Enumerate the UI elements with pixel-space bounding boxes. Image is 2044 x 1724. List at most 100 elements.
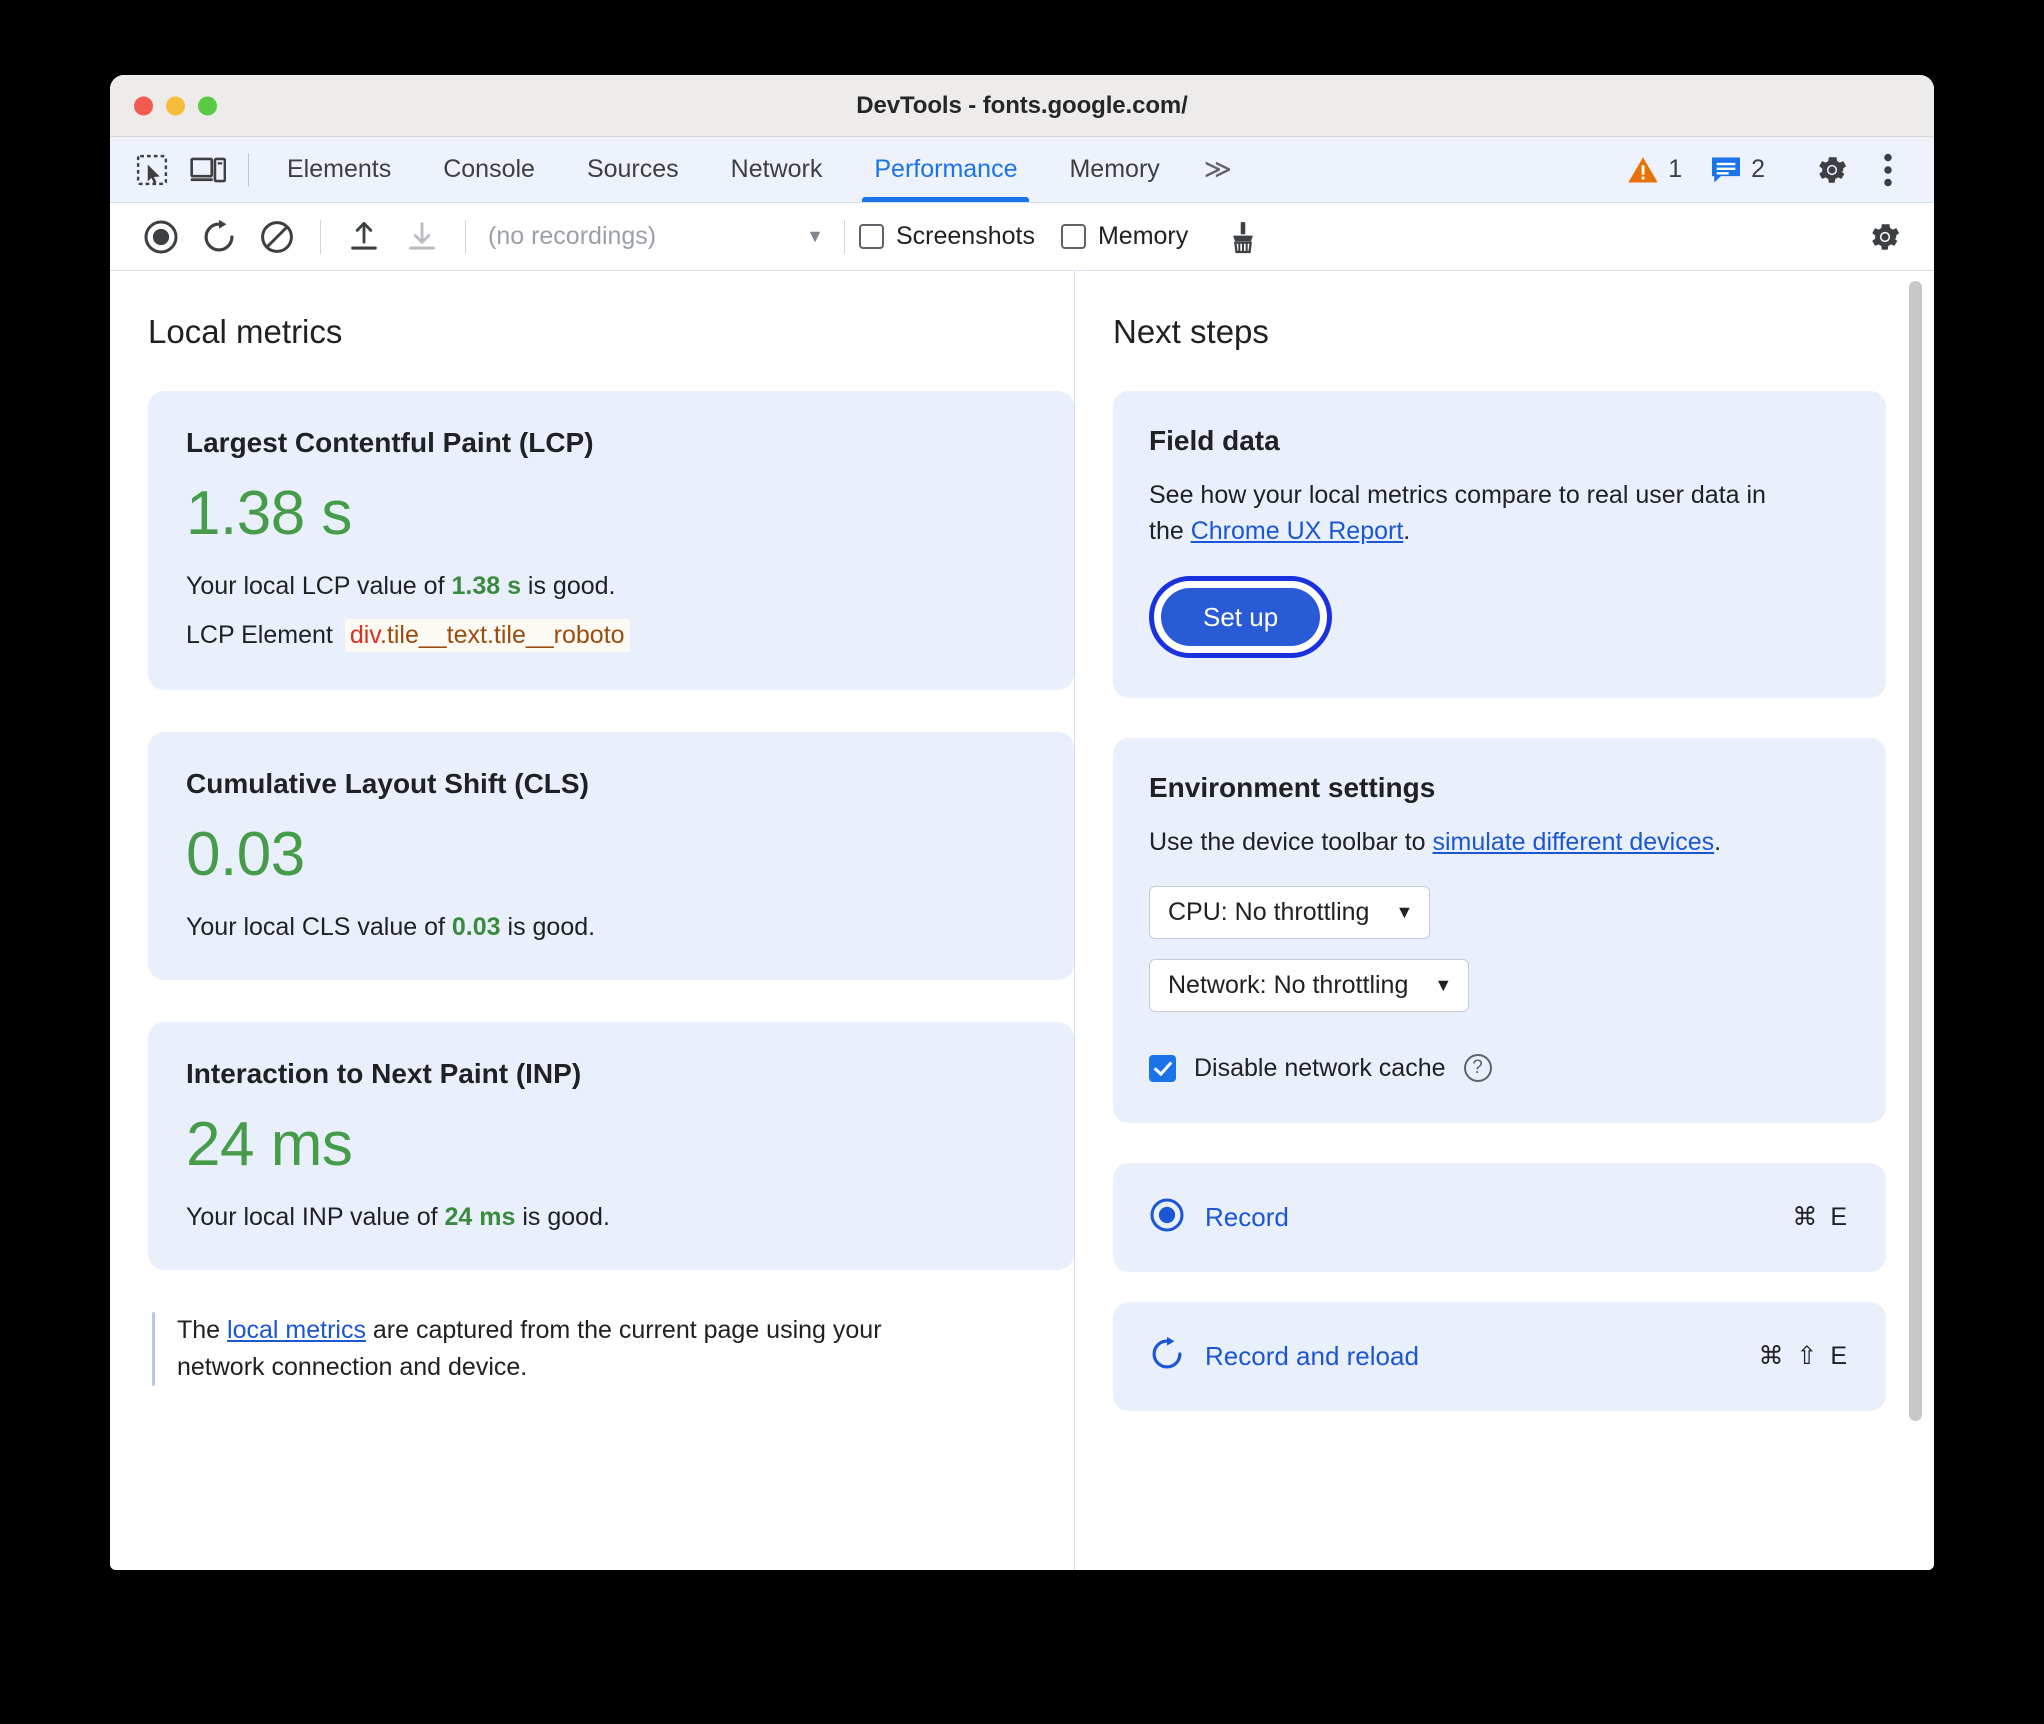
metric-name-lcp: Largest Contentful Paint (LCP) [186,427,594,458]
tab-memory[interactable]: Memory [1043,137,1185,202]
chrome-ux-report-link[interactable]: Chrome UX Report [1191,517,1404,545]
tab-label: Memory [1069,155,1160,183]
disable-network-cache-checkbox[interactable] [1149,1054,1176,1082]
tab-label: Performance [874,155,1018,183]
devtools-tabstrip: Elements Console Sources Network Perform… [110,137,1934,203]
issue-counter[interactable]: 2 [1696,155,1779,185]
chevron-down-icon: ▼ [806,226,824,246]
cpu-throttling-select[interactable]: CPU: No throttling ▼ [1149,885,1431,939]
next-steps-title: Next steps [1113,313,1269,350]
env-text-suffix: . [1714,827,1722,856]
close-window-button[interactable] [134,96,153,115]
performance-landing-page: Local metrics Largest Contentful Paint (… [110,271,1934,1570]
field-data-text-suffix: . [1403,517,1411,546]
toolbar-right-area [1856,212,1914,262]
record-shortcut: ⌘ E [1792,1203,1850,1232]
tab-label: Network [730,155,823,183]
more-tabs-chevron-icon[interactable]: ≫ [1186,137,1250,202]
tab-network[interactable]: Network [705,137,849,202]
record-action-row[interactable]: Record ⌘ E [1113,1162,1886,1272]
chevron-down-icon: ▼ [1434,974,1453,995]
memory-checkbox[interactable]: Memory [1060,222,1189,251]
toolbar-divider-2 [465,219,466,254]
toolbar-divider-3 [844,219,845,254]
lcp-element-label: LCP Element [186,621,333,650]
metric-value-lcp: 1.38 s [186,479,352,548]
field-data-card: Field data See how your local metrics co… [1113,391,1886,698]
screenshots-label: Screenshots [896,222,1035,250]
desc-prefix: Your local INP value of [186,1203,445,1232]
record-icon [1149,1197,1185,1238]
collect-garbage-icon[interactable] [1214,212,1272,262]
issue-count: 2 [1751,155,1765,183]
desc-value: 0.03 [451,913,501,942]
desc-suffix: is good. [500,913,596,942]
scrollbar-thumb[interactable] [1909,281,1922,1421]
tab-sources[interactable]: Sources [561,137,705,202]
lcp-element-tag: div [349,621,380,650]
toolbar-divider [320,219,321,254]
devtools-window: DevTools - fonts.google.com/ Elements Co… [110,75,1934,1570]
tab-console[interactable]: Console [417,137,561,202]
local-metrics-note: The local metrics are captured from the … [148,1312,1074,1387]
lcp-element-row: LCP Element div.tile__text.tile__roboto [186,619,1036,653]
record-icon[interactable] [132,212,190,262]
tab-label: Elements [287,155,392,183]
traffic-lights [134,96,217,115]
chevron-down-icon: ▼ [1395,901,1414,922]
gear-icon[interactable] [1804,152,1860,188]
record-and-reload-shortcut: ⌘ ⇧ E [1758,1342,1850,1371]
recordings-dropdown[interactable]: (no recordings) ▼ [480,222,830,251]
memory-checkbox-box[interactable] [1060,224,1086,249]
network-throttling-select[interactable]: Network: No throttling ▼ [1149,958,1470,1012]
download-profile-icon[interactable] [393,212,451,262]
three-dot-menu-icon[interactable] [1860,152,1916,188]
tab-performance[interactable]: Performance [848,137,1043,202]
capture-settings-gear-icon[interactable] [1856,212,1914,262]
simulate-devices-link[interactable]: simulate different devices [1433,828,1715,856]
help-question-icon[interactable]: ? [1463,1054,1492,1083]
record-and-reload-action-row[interactable]: Record and reload ⌘ ⇧ E [1113,1301,1886,1411]
tabstrip-divider [248,153,249,186]
warning-triangle-icon [1628,156,1658,183]
clear-icon[interactable] [248,212,306,262]
desc-prefix: Your local LCP value of [186,572,452,601]
note-accent-bar [152,1312,155,1387]
upload-profile-icon[interactable] [335,212,393,262]
next-steps-pane: Next steps Field data See how your local… [1075,271,1934,1570]
memory-label: Memory [1097,222,1189,250]
inspect-element-icon[interactable] [124,137,180,202]
screenshots-checkbox-box[interactable] [859,224,884,249]
metric-name-inp: Interaction to Next Paint (INP) [186,1058,582,1090]
setup-button-focus-ring: Set up [1149,575,1333,658]
desc-suffix: is good. [520,572,616,601]
warning-counter[interactable]: 1 [1613,155,1696,185]
desc-value: 24 ms [444,1203,516,1232]
reload-record-icon[interactable] [190,212,248,262]
set-up-button[interactable]: Set up [1161,587,1321,646]
desc-prefix: Your local CLS value of [186,913,452,942]
lcp-element-classes: .tile__text.tile__roboto [379,621,625,650]
desc-value: 1.38 s [451,572,521,601]
metric-desc-lcp: Your local LCP value of 1.38 s is good. [186,572,1036,601]
field-data-text: See how your local metrics compare to re… [1149,477,1769,550]
disable-network-cache-label: Disable network cache [1194,1053,1446,1082]
device-toolbar-icon[interactable] [180,137,236,202]
metric-value-inp: 24 ms [186,1110,353,1180]
tab-label: Console [443,155,535,183]
scrollbar-track[interactable] [1909,275,1928,1566]
tab-label: Sources [586,155,679,183]
field-data-title: Field data [1149,425,1280,456]
warning-count: 1 [1668,155,1683,183]
metric-name-cls: Cumulative Layout Shift (CLS) [186,768,589,800]
recordings-value: (no recordings) [488,222,657,250]
note-prefix: The [177,1316,228,1345]
tab-elements[interactable]: Elements [261,137,417,202]
lcp-element-selector[interactable]: div.tile__text.tile__roboto [344,619,630,653]
note-text: The local metrics are captured from the … [177,1312,967,1386]
maximize-window-button[interactable] [198,96,217,115]
local-metrics-link[interactable]: local metrics [227,1316,366,1344]
screenshots-checkbox[interactable]: Screenshots [859,222,1035,251]
desc-suffix: is good. [515,1203,610,1232]
minimize-window-button[interactable] [166,96,185,115]
